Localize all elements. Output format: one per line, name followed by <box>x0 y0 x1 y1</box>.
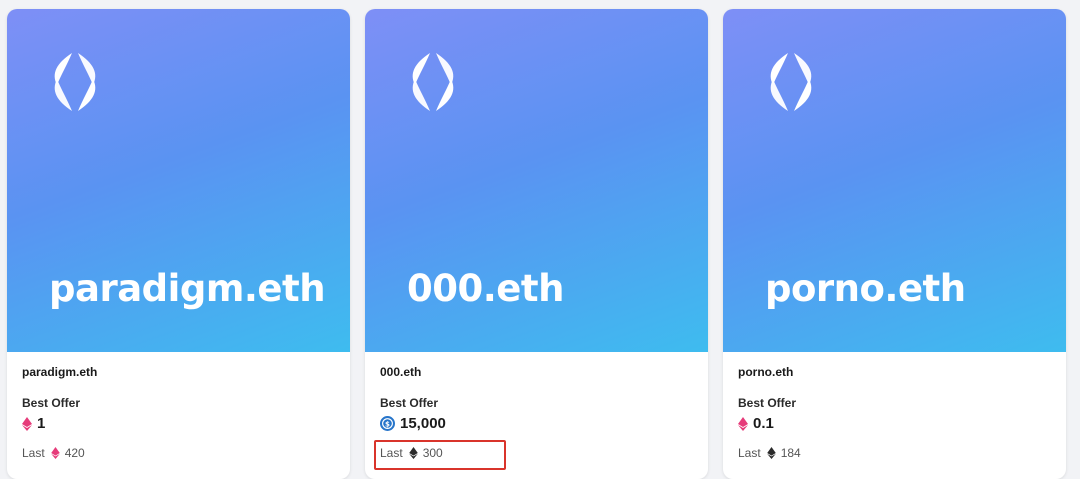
eth-dark-icon <box>408 447 418 459</box>
last-sale-label: Last <box>738 446 761 460</box>
last-sale-amount: 184 <box>780 446 801 460</box>
name-card-info: paradigm.eth Best Offer 1 Last 420 <box>22 365 338 462</box>
last-sale: Last 300 <box>380 446 443 460</box>
best-offer-amount: 1 <box>37 415 46 432</box>
best-offer-amount: 15,000 <box>400 415 446 432</box>
last-sale: Last 420 <box>22 446 85 460</box>
best-offer-label: Best Offer <box>380 396 439 410</box>
ens-logo-icon <box>412 53 454 111</box>
best-offer-label: Best Offer <box>738 396 797 410</box>
ens-name-grid: paradigm.eth paradigm.eth Best Offer 1 L… <box>0 0 1080 479</box>
best-offer-label: Best Offer <box>22 396 81 410</box>
ens-logo-icon <box>54 53 96 111</box>
name-card-art[interactable]: paradigm.eth <box>7 9 350 352</box>
name-card[interactable]: porno.eth porno.eth Best Offer 0.1 Last … <box>723 9 1066 479</box>
name-card-info: 000.eth Best Offer $ 15,000 Last 300 <box>380 365 696 462</box>
name-card[interactable]: 000.eth 000.eth Best Offer $ 15,000 Last… <box>365 9 708 479</box>
eth-pink-icon <box>22 416 32 431</box>
svg-text:$: $ <box>385 419 390 428</box>
best-offer-value: $ 15,000 <box>380 415 696 432</box>
eth-pink-icon <box>738 416 748 431</box>
usdc-icon: $ <box>380 416 395 431</box>
name-card-art-text: 000.eth <box>407 267 564 310</box>
last-sale-amount: 300 <box>422 446 443 460</box>
name-card-art-text: paradigm.eth <box>49 267 326 310</box>
ens-logo-icon <box>770 53 812 111</box>
name-card-art[interactable]: porno.eth <box>723 9 1066 352</box>
name-card[interactable]: paradigm.eth paradigm.eth Best Offer 1 L… <box>7 9 350 479</box>
name-card-art-text: porno.eth <box>765 267 966 310</box>
eth-dark-icon <box>766 447 776 459</box>
name-card-info: porno.eth Best Offer 0.1 Last 184 <box>738 365 1054 462</box>
last-sale: Last 184 <box>738 446 801 460</box>
name-card-title[interactable]: 000.eth <box>380 365 696 379</box>
last-sale-label: Last <box>22 446 45 460</box>
name-card-title[interactable]: porno.eth <box>738 365 1054 379</box>
eth-pink-icon <box>50 447 60 459</box>
last-sale-label: Last <box>380 446 403 460</box>
name-card-art[interactable]: 000.eth <box>365 9 708 352</box>
best-offer-amount: 0.1 <box>753 415 774 432</box>
name-card-title[interactable]: paradigm.eth <box>22 365 338 379</box>
last-sale-amount: 420 <box>64 446 85 460</box>
best-offer-value: 1 <box>22 415 338 432</box>
best-offer-value: 0.1 <box>738 415 1054 432</box>
